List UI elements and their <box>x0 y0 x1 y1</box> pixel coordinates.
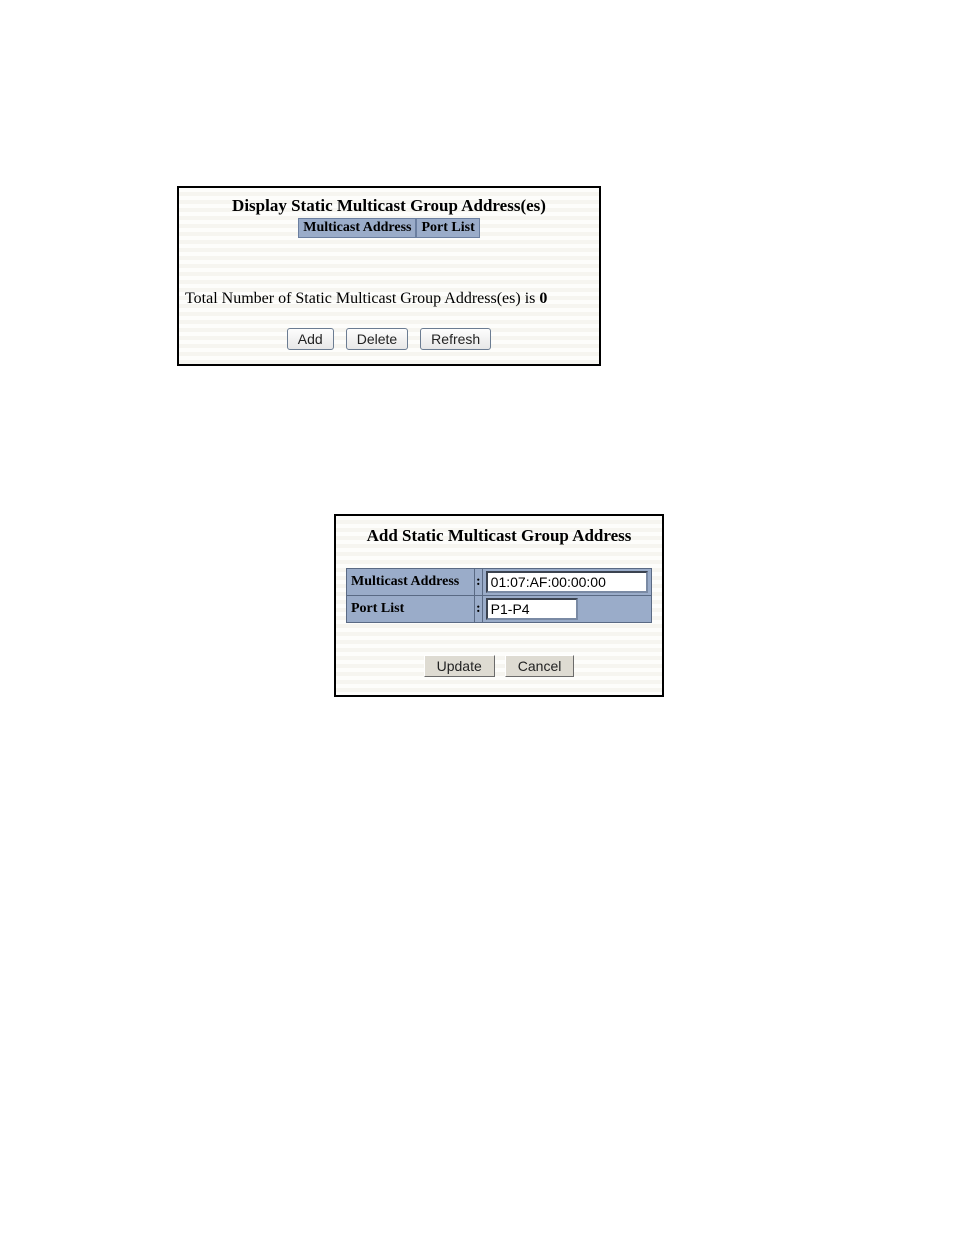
cancel-button[interactable]: Cancel <box>505 655 575 677</box>
display-panel-button-row: Add Delete Refresh <box>179 328 599 350</box>
total-count-value: 0 <box>539 290 547 307</box>
display-panel-column-headers: Multicast AddressPort List <box>179 218 599 238</box>
label-port-list: Port List <box>347 596 475 623</box>
add-multicast-panel: Add Static Multicast Group Address Multi… <box>334 514 664 697</box>
display-panel-title: Display Static Multicast Group Address(e… <box>179 188 599 216</box>
colon-separator: : <box>475 569 483 596</box>
row-multicast-address: Multicast Address : <box>347 569 652 596</box>
total-count-line: Total Number of Static Multicast Group A… <box>179 290 599 308</box>
input-port-list[interactable] <box>486 598 578 620</box>
add-form-table: Multicast Address : Port List : <box>346 568 652 623</box>
colon-separator: : <box>475 596 483 623</box>
label-multicast-address: Multicast Address <box>347 569 475 596</box>
row-port-list: Port List : <box>347 596 652 623</box>
total-count-prefix: Total Number of Static Multicast Group A… <box>185 290 539 307</box>
header-port-list: Port List <box>416 218 479 238</box>
add-button[interactable]: Add <box>287 328 334 350</box>
add-panel-title: Add Static Multicast Group Address <box>346 526 652 546</box>
refresh-button[interactable]: Refresh <box>420 328 491 350</box>
add-panel-button-row: Update Cancel <box>346 655 652 677</box>
delete-button[interactable]: Delete <box>346 328 408 350</box>
update-button[interactable]: Update <box>424 655 495 677</box>
input-multicast-address[interactable] <box>486 571 648 593</box>
header-multicast-address: Multicast Address <box>298 218 416 238</box>
display-multicast-panel: Display Static Multicast Group Address(e… <box>177 186 601 366</box>
